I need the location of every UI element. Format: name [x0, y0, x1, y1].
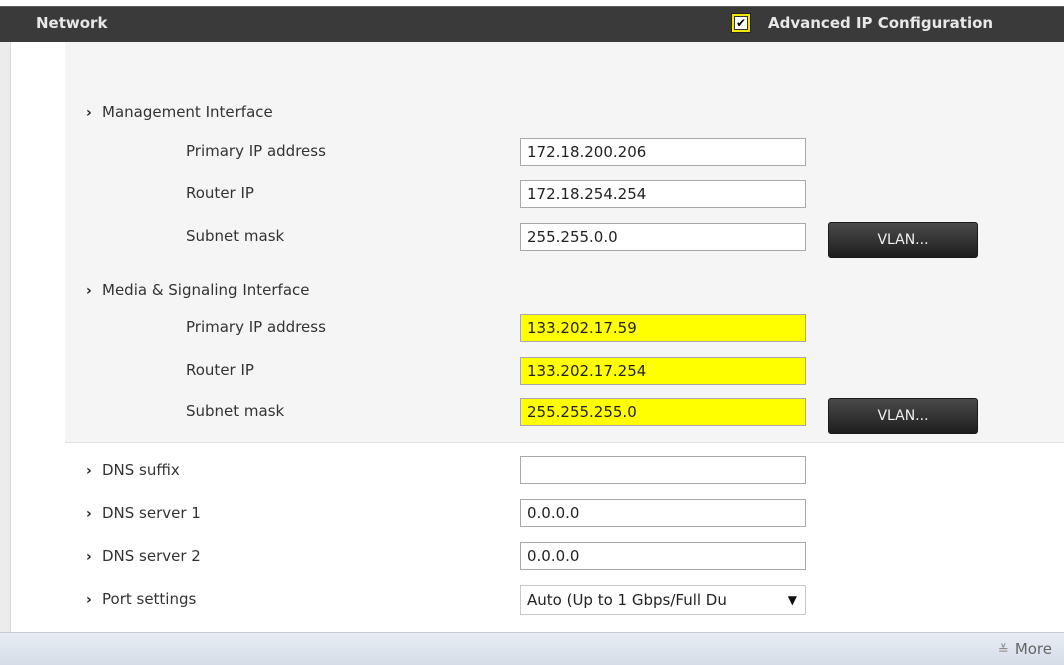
media-subnet-input[interactable]: 255.255.255.0 [520, 398, 806, 426]
media-vlan-button[interactable]: VLAN... [828, 398, 978, 434]
chevron-double-down-icon: ≚ [997, 643, 1009, 658]
advanced-ip-label[interactable]: Advanced IP Configuration [768, 14, 993, 32]
more-button[interactable]: ≚ More [998, 640, 1052, 658]
dns-server-2-row[interactable]: › DNS server 2 [86, 547, 201, 565]
media-subnet-label: Subnet mask [186, 402, 285, 420]
more-label: More [1014, 640, 1052, 658]
chevron-down-icon: ▼ [787, 593, 797, 607]
dns-server-1-row[interactable]: › DNS server 1 [86, 504, 201, 522]
dns-suffix-input[interactable] [520, 456, 806, 484]
port-settings-select[interactable]: Auto (Up to 1 Gbps/Full Du ▼ [520, 585, 806, 615]
chevron-right-icon: › [86, 463, 92, 479]
mgmt-subnet-input[interactable]: 255.255.0.0 [520, 223, 806, 251]
section-divider [65, 442, 1064, 443]
left-rail [0, 42, 11, 665]
media-primary-ip-label: Primary IP address [186, 318, 326, 336]
panel-footer: ≚ More [0, 632, 1064, 665]
dns-suffix-label: DNS suffix [102, 461, 180, 479]
management-title-text: Management Interface [102, 103, 273, 121]
media-section-title[interactable]: › Media & Signaling Interface [86, 281, 309, 299]
mgmt-router-ip-label: Router IP [186, 184, 254, 202]
chevron-right-icon: › [86, 549, 92, 565]
port-settings-value: Auto (Up to 1 Gbps/Full Du [527, 591, 727, 609]
dns-server-1-input[interactable]: 0.0.0.0 [520, 499, 806, 527]
management-section-title[interactable]: › Management Interface [86, 103, 273, 121]
port-settings-label: Port settings [102, 590, 197, 608]
media-router-ip-input[interactable]: 133.202.17.254 [520, 357, 806, 385]
dns-suffix-row[interactable]: › DNS suffix [86, 461, 180, 479]
port-settings-row[interactable]: › Port settings [86, 590, 196, 608]
media-primary-ip-input[interactable]: 133.202.17.59 [520, 314, 806, 342]
media-title-text: Media & Signaling Interface [102, 281, 310, 299]
chevron-right-icon: › [86, 592, 92, 608]
mgmt-primary-ip-label: Primary IP address [186, 142, 326, 160]
chevron-right-icon: › [86, 105, 92, 121]
chevron-right-icon: › [86, 506, 92, 522]
check-icon: ✔ [734, 16, 748, 30]
advanced-ip-checkbox[interactable]: ✔ [731, 13, 751, 33]
mgmt-vlan-button[interactable]: VLAN... [828, 222, 978, 258]
media-router-ip-label: Router IP [186, 361, 254, 379]
mgmt-subnet-label: Subnet mask [186, 227, 285, 245]
dns-server-2-input[interactable]: 0.0.0.0 [520, 542, 806, 570]
mgmt-primary-ip-input[interactable]: 172.18.200.206 [520, 138, 806, 166]
chevron-right-icon: › [86, 283, 92, 299]
dns-server-2-label: DNS server 2 [102, 547, 201, 565]
dns-server-1-label: DNS server 1 [102, 504, 201, 522]
mgmt-router-ip-input[interactable]: 172.18.254.254 [520, 180, 806, 208]
panel-header: Network ✔ Advanced IP Configuration [0, 6, 1064, 42]
panel-title: Network [36, 14, 108, 32]
